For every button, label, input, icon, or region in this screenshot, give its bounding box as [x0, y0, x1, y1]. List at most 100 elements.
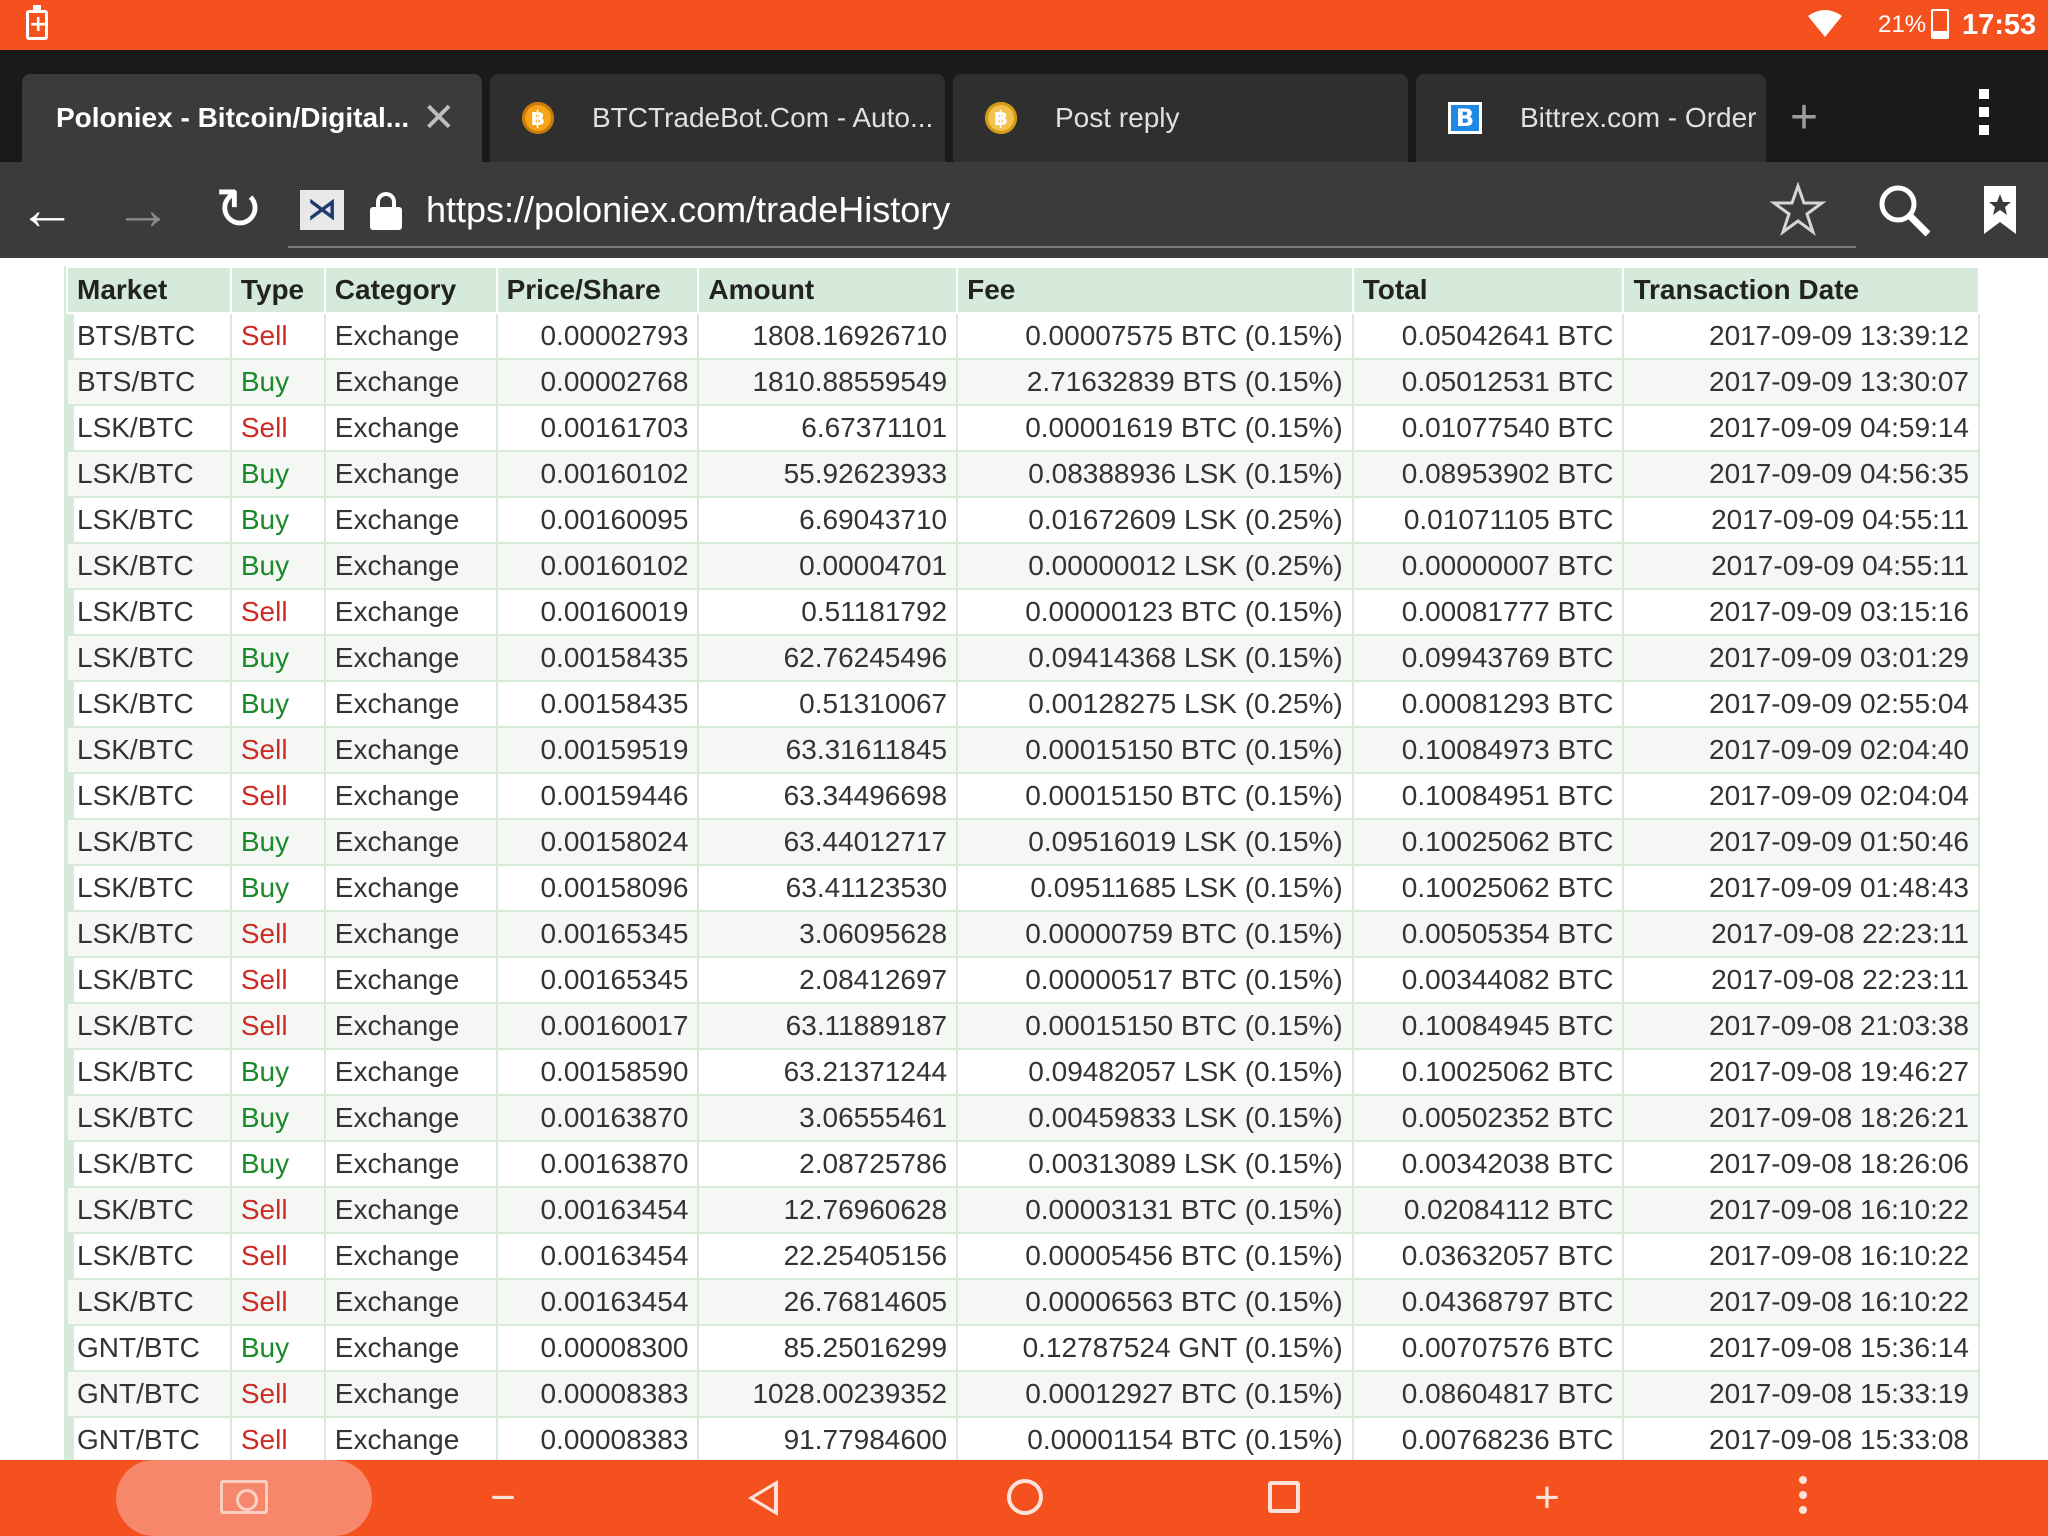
cell-date: 2017-09-08 15:33:19: [1622, 1370, 1980, 1418]
cell-date: 2017-09-09 02:55:04: [1622, 680, 1980, 728]
cell-amount: 2.08412697: [697, 956, 959, 1004]
more-icon[interactable]: [1798, 1476, 1808, 1520]
back-icon[interactable]: [748, 1480, 778, 1516]
cell-category: Exchange: [323, 358, 498, 406]
cell-amount: 91.77984600: [697, 1416, 959, 1460]
cell-category: Exchange: [323, 312, 498, 360]
cell-market: LSK/BTC: [66, 772, 232, 820]
cell-category: Exchange: [323, 496, 498, 544]
cell-price: 0.00158435: [495, 680, 700, 728]
cell-amount: 1808.16926710: [697, 312, 959, 360]
cell-total: 0.10025062 BTC: [1351, 1048, 1625, 1096]
cell-fee: 0.09511685 LSK (0.15%): [956, 864, 1354, 912]
cell-type: Buy: [229, 818, 326, 866]
cell-price: 0.00160102: [495, 450, 700, 498]
cell-date: 2017-09-09 01:50:46: [1622, 818, 1980, 866]
cell-price: 0.00160102: [495, 542, 700, 590]
table-row: LSK/BTC Buy Exchange 0.00163870 2.08725786 0.…: [66, 1140, 1980, 1188]
cell-type: Sell: [229, 1186, 326, 1234]
tab-post-reply[interactable]: Post reply: [953, 74, 1408, 162]
col-header-fee[interactable]: Fee: [956, 266, 1354, 314]
volume-up-icon[interactable]: +: [1512, 1460, 1582, 1536]
table-row: LSK/BTC Buy Exchange 0.00160095 6.69043710 0.…: [66, 496, 1980, 544]
browser-menu-icon[interactable]: [1972, 84, 1996, 144]
wifi-icon: [1808, 10, 1842, 37]
table-row: LSK/BTC Sell Exchange 0.00160017 63.11889187…: [66, 1002, 1980, 1050]
trade-history-page: Market Type Category Price/Share Amount …: [0, 258, 2048, 1460]
cell-total: 0.04368797 BTC: [1351, 1278, 1625, 1326]
col-header-total[interactable]: Total: [1351, 266, 1625, 314]
search-icon[interactable]: [1874, 180, 1934, 240]
cell-amount: 63.31611845: [697, 726, 959, 774]
home-icon[interactable]: [1007, 1479, 1043, 1515]
cell-type: Buy: [229, 542, 326, 590]
col-header-price[interactable]: Price/Share: [495, 266, 700, 314]
cell-date: 2017-09-08 16:10:22: [1622, 1186, 1980, 1234]
cell-fee: 0.00003131 BTC (0.15%): [956, 1186, 1354, 1234]
new-tab-button[interactable]: +: [1790, 88, 1818, 148]
cell-amount: 63.34496698: [697, 772, 959, 820]
cell-amount: 26.76814605: [697, 1278, 959, 1326]
table-header-row: Market Type Category Price/Share Amount …: [66, 266, 1980, 314]
back-button[interactable]: ←: [12, 162, 82, 258]
table-row: LSK/BTC Buy Exchange 0.00158435 0.51310067 0.…: [66, 680, 1980, 728]
reload-button[interactable]: ↻: [204, 162, 274, 258]
cell-fee: 0.00005456 BTC (0.15%): [956, 1232, 1354, 1280]
cell-total: 0.00000007 BTC: [1351, 542, 1625, 590]
cell-market: LSK/BTC: [66, 450, 232, 498]
cell-amount: 63.21371244: [697, 1048, 959, 1096]
cell-amount: 6.67371101: [697, 404, 959, 452]
col-header-type[interactable]: Type: [229, 266, 326, 314]
col-header-category[interactable]: Category: [323, 266, 498, 314]
cell-date: 2017-09-08 22:23:11: [1622, 910, 1980, 958]
cell-total: 0.05042641 BTC: [1351, 312, 1625, 360]
cell-fee: 0.00313089 LSK (0.15%): [956, 1140, 1354, 1188]
cell-market: LSK/BTC: [66, 956, 232, 1004]
cell-total: 0.08953902 BTC: [1351, 450, 1625, 498]
cell-fee: 0.00007575 BTC (0.15%): [956, 312, 1354, 360]
table-row: LSK/BTC Sell Exchange 0.00165345 3.06095628 0…: [66, 910, 1980, 958]
table-row: LSK/BTC Buy Exchange 0.00158096 63.41123530 0…: [66, 864, 1980, 912]
cell-date: 2017-09-09 04:55:11: [1622, 542, 1980, 590]
cell-amount: 85.25016299: [697, 1324, 959, 1372]
table-row: GNT/BTC Sell Exchange 0.00008383 91.77984600…: [66, 1416, 1980, 1460]
cell-fee: 0.00128275 LSK (0.25%): [956, 680, 1354, 728]
cell-price: 0.00158096: [495, 864, 700, 912]
cell-total: 0.00081777 BTC: [1351, 588, 1625, 636]
cell-total: 0.00505354 BTC: [1351, 910, 1625, 958]
col-header-amount[interactable]: Amount: [697, 266, 959, 314]
bookmarks-icon[interactable]: [1980, 184, 2020, 236]
battery-percent: 21%: [1878, 11, 1927, 38]
cell-category: Exchange: [323, 1278, 498, 1326]
cell-type: Sell: [229, 726, 326, 774]
col-header-market[interactable]: Market: [66, 266, 232, 314]
col-header-date[interactable]: Transaction Date: [1622, 266, 1980, 314]
url-field[interactable]: https://poloniex.com/tradeHistory: [426, 162, 950, 258]
cell-fee: 0.12787524 GNT (0.15%): [956, 1324, 1354, 1372]
cell-price: 0.00008383: [495, 1416, 700, 1460]
cell-total: 0.00768236 BTC: [1351, 1416, 1625, 1460]
volume-down-icon[interactable]: −: [468, 1460, 538, 1536]
tab-btctradebot[interactable]: BTCTradeBot.Com - Auto...: [490, 74, 945, 162]
cell-price: 0.00160095: [495, 496, 700, 544]
tab-poloniex[interactable]: Poloniex - Bitcoin/Digital... ✕: [22, 74, 482, 162]
recents-icon[interactable]: [1268, 1481, 1300, 1513]
table-row: LSK/BTC Sell Exchange 0.00161703 6.67371101 0…: [66, 404, 1980, 452]
cell-price: 0.00160019: [495, 588, 700, 636]
cell-total: 0.05012531 BTC: [1351, 358, 1625, 406]
cell-date: 2017-09-08 18:26:06: [1622, 1140, 1980, 1188]
cell-category: Exchange: [323, 542, 498, 590]
cell-type: Buy: [229, 864, 326, 912]
cell-market: GNT/BTC: [66, 1416, 232, 1460]
cell-fee: 0.00001619 BTC (0.15%): [956, 404, 1354, 452]
cell-total: 0.10084973 BTC: [1351, 726, 1625, 774]
star-bookmark-icon[interactable]: [1770, 182, 1826, 238]
cell-date: 2017-09-09 13:30:07: [1622, 358, 1980, 406]
tab-bittrex[interactable]: B Bittrex.com - Order I: [1416, 74, 1766, 162]
cell-fee: 0.09516019 LSK (0.15%): [956, 818, 1354, 866]
close-tab-icon[interactable]: ✕: [422, 74, 456, 162]
cell-total: 0.00081293 BTC: [1351, 680, 1625, 728]
cell-type: Sell: [229, 1232, 326, 1280]
forward-button[interactable]: →: [108, 162, 178, 258]
screenshot-button[interactable]: [116, 1460, 372, 1536]
